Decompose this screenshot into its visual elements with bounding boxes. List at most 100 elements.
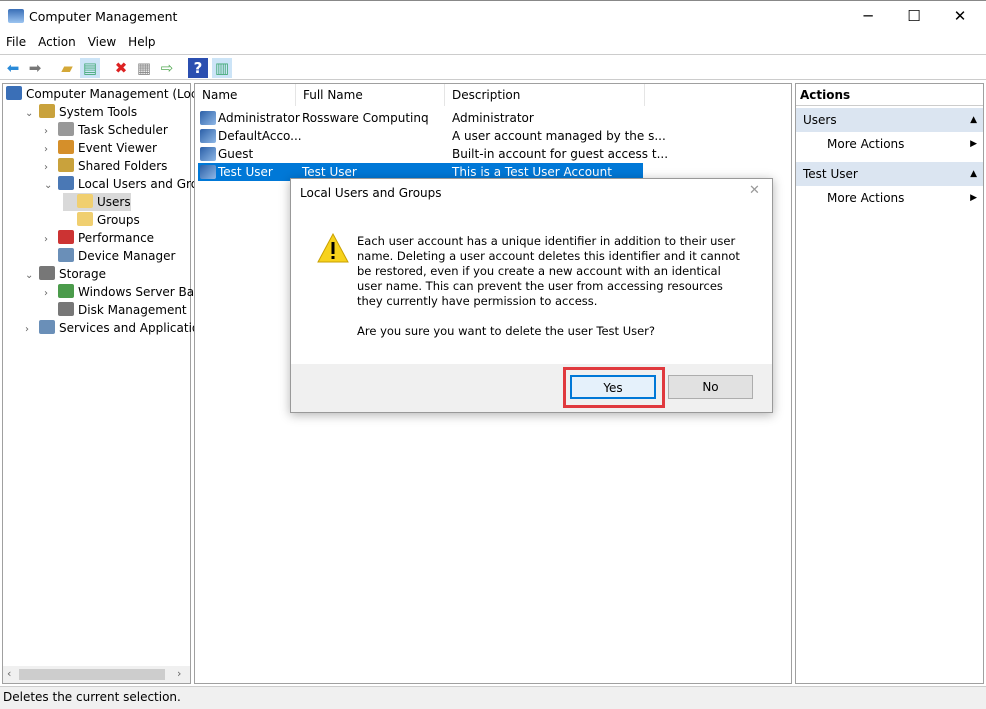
section-title: Test User xyxy=(803,167,858,181)
submenu-arrow-icon: ▶ xyxy=(970,139,977,149)
tree-node-icon xyxy=(58,158,74,172)
no-button[interactable]: No xyxy=(668,375,753,399)
table-row[interactable]: Guest Built-in account for guest access t… xyxy=(198,145,668,163)
tree-item[interactable]: › Task Scheduler xyxy=(44,121,168,139)
tree-node-icon xyxy=(39,266,55,280)
cell-description: Built-in account for guest access t... xyxy=(452,147,669,161)
delete-user-dialog: Local Users and Groups ✕ Each user accou… xyxy=(290,178,773,413)
cell-name: Guest xyxy=(218,147,254,161)
table-row[interactable]: DefaultAcco... A user account managed by … xyxy=(198,127,666,145)
expand-chevron-icon[interactable]: › xyxy=(25,321,39,339)
tree-item[interactable]: Users xyxy=(63,193,131,211)
properties-icon[interactable]: ▦ xyxy=(134,58,154,78)
close-button[interactable]: ✕ xyxy=(937,1,983,31)
scroll-left-icon[interactable]: ‹ xyxy=(7,667,11,680)
table-row[interactable]: Administrator Rossware Computinq Administr… xyxy=(198,109,643,127)
minimize-button[interactable]: ─ xyxy=(845,1,891,31)
dialog-message: Each user account has a unique identifie… xyxy=(357,234,740,308)
cell-name: DefaultAcco... xyxy=(218,129,302,143)
actions-section-users[interactable]: Users ▲ xyxy=(796,108,983,132)
expand-chevron-icon[interactable]: ⌄ xyxy=(44,177,58,195)
tree-item[interactable]: Groups xyxy=(63,211,140,229)
tree-node-icon xyxy=(58,230,74,244)
cell-description: A user account managed by the s... xyxy=(452,129,666,143)
tree-item[interactable]: › Shared Folders xyxy=(44,157,167,175)
more-actions-label: More Actions xyxy=(827,191,905,205)
console-tree: Computer Management (Local ⌄ System Tools ›… xyxy=(2,83,223,684)
back-icon[interactable]: ⬅ xyxy=(3,58,23,78)
user-icon xyxy=(200,147,216,161)
show-hide-action-pane-icon[interactable]: ▥ xyxy=(212,58,232,78)
title-bar: Computer Management ─ ☐ ✕ xyxy=(0,0,986,32)
tree-item[interactable]: ⌄ System Tools xyxy=(25,103,137,121)
tree-item[interactable]: Computer Management (Local xyxy=(6,85,208,103)
dialog-footer: Yes No xyxy=(291,364,772,412)
tree-item-label: Shared Folders xyxy=(78,159,168,173)
tree-item[interactable]: Device Manager xyxy=(44,247,175,265)
actions-header: Actions xyxy=(796,84,983,106)
tree-item[interactable]: ⌄ Storage xyxy=(25,265,106,283)
cell-description: Administrator xyxy=(452,111,534,125)
user-icon xyxy=(200,165,216,179)
section-title: Users xyxy=(803,113,837,127)
dialog-title: Local Users and Groups xyxy=(300,186,442,200)
tree-item-label: Task Scheduler xyxy=(78,123,168,137)
dialog-question: Are you sure you want to delete the user… xyxy=(357,324,656,338)
tree-horizontal-scrollbar[interactable]: ‹ › xyxy=(3,666,190,683)
tree-item[interactable]: › Performance xyxy=(44,229,154,247)
column-full-name[interactable]: Full Name xyxy=(296,84,445,106)
cell-name: Administrator xyxy=(218,111,300,125)
menu-action[interactable]: Action xyxy=(32,32,82,49)
tree-node-icon xyxy=(58,176,74,190)
column-name[interactable]: Name xyxy=(195,84,296,106)
scrollbar-thumb[interactable] xyxy=(19,669,165,680)
yes-button[interactable]: Yes xyxy=(570,375,656,399)
more-actions-label: More Actions xyxy=(827,137,905,151)
maximize-button[interactable]: ☐ xyxy=(891,1,937,31)
tree-item-label: Device Manager xyxy=(78,249,176,263)
tree-item-label: Performance xyxy=(78,231,155,245)
tree-item-label: Users xyxy=(97,195,131,209)
expand-chevron-icon[interactable]: ⌄ xyxy=(25,267,39,285)
tree-item[interactable]: Disk Management xyxy=(44,301,187,319)
submenu-arrow-icon: ▶ xyxy=(970,193,977,203)
tree-item-label: Groups xyxy=(97,213,140,227)
forward-icon[interactable]: ➡ xyxy=(25,58,45,78)
dialog-close-button[interactable]: ✕ xyxy=(749,183,760,198)
tree-node-icon xyxy=(58,248,74,262)
help-icon[interactable]: ? xyxy=(188,58,208,78)
warning-icon xyxy=(317,233,349,263)
toolbar: ⬅ ➡ ▰ ▤ ✖ ▦ ⇨ ? ▥ xyxy=(0,54,986,80)
delete-icon[interactable]: ✖ xyxy=(111,58,131,78)
menu-file[interactable]: File xyxy=(0,32,32,49)
column-description[interactable]: Description xyxy=(445,84,645,106)
tree-node-icon xyxy=(39,104,55,118)
test-user-more-actions[interactable]: More Actions ▶ xyxy=(796,186,983,210)
scroll-right-icon[interactable]: › xyxy=(177,667,181,680)
tree-node-icon xyxy=(58,284,74,298)
tree-item-label: Services and Applications xyxy=(59,321,214,335)
tree-item[interactable]: › Services and Applications xyxy=(25,319,213,337)
actions-section-test-user[interactable]: Test User ▲ xyxy=(796,162,983,186)
actions-pane: Actions Users ▲ More Actions ▶ Test User ▲ … xyxy=(795,83,984,684)
collapse-icon[interactable]: ▲ xyxy=(970,162,977,186)
window-title: Computer Management xyxy=(29,9,178,24)
tree-node-icon xyxy=(77,194,93,208)
export-list-icon[interactable]: ⇨ xyxy=(157,58,177,78)
user-icon xyxy=(200,129,216,143)
menu-help[interactable]: Help xyxy=(122,32,161,49)
tree-item-label: Computer Management (Local xyxy=(26,87,209,101)
status-text: Deletes the current selection. xyxy=(3,690,181,704)
menu-view[interactable]: View xyxy=(82,32,122,49)
tree-node-icon xyxy=(58,140,74,154)
users-more-actions[interactable]: More Actions ▶ xyxy=(796,132,983,156)
tree-item-label: Storage xyxy=(59,267,106,281)
tree-node-icon xyxy=(58,122,74,136)
expand-chevron-icon[interactable]: ⌄ xyxy=(25,105,39,123)
tree-item[interactable]: › Event Viewer xyxy=(44,139,157,157)
tree-node-icon xyxy=(58,302,74,316)
collapse-icon[interactable]: ▲ xyxy=(970,108,977,132)
show-hide-tree-icon[interactable]: ▤ xyxy=(80,58,100,78)
cell-name: Test User xyxy=(218,165,273,179)
up-folder-icon[interactable]: ▰ xyxy=(57,58,77,78)
